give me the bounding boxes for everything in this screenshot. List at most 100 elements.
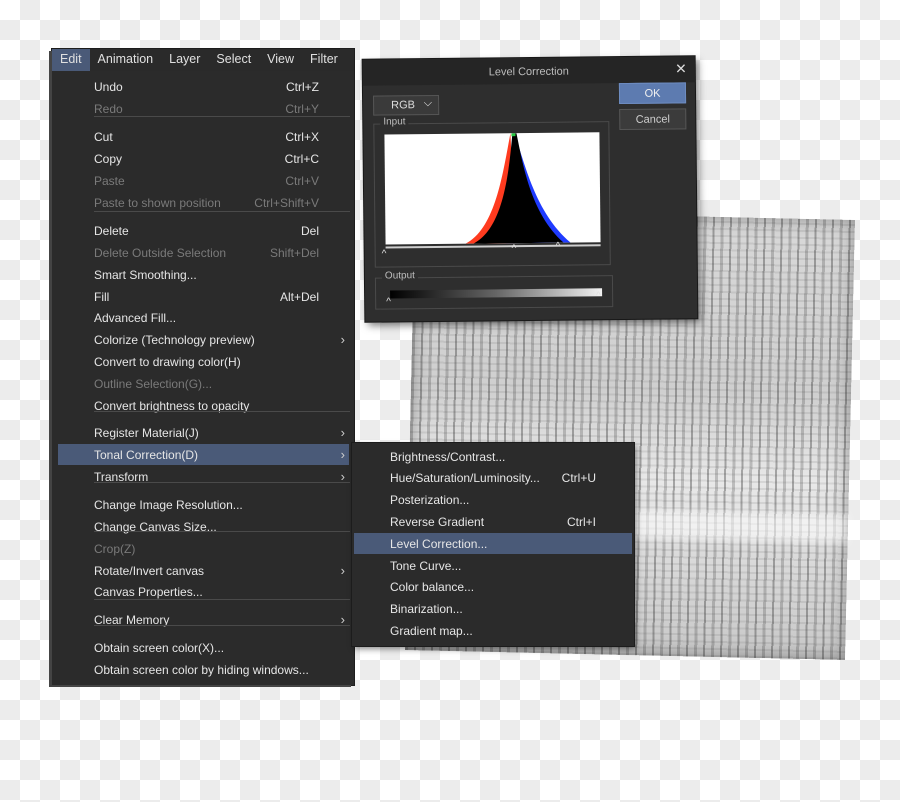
menu-item-smart-smoothing[interactable]: Smart Smoothing... bbox=[94, 264, 349, 285]
menu-item-cut[interactable]: Cut Ctrl+X bbox=[94, 126, 349, 147]
submenu-item-label: Binarization... bbox=[390, 602, 463, 617]
submenu-item-hue-saturation-luminosity[interactable]: Hue/Saturation/Luminosity... Ctrl+U bbox=[354, 468, 632, 489]
white-point-handle[interactable]: ^ bbox=[556, 241, 561, 252]
menu-item-label: Paste to shown position bbox=[94, 195, 221, 210]
shortcut-label: Del bbox=[300, 223, 319, 238]
level-correction-dialog: Level Correction ✕ RGB ⌵ OK Cancel Input… bbox=[362, 56, 698, 322]
chevron-down-icon: ⌵ bbox=[423, 97, 433, 110]
menu-item-convert-brightness-to-opacity[interactable]: Convert brightness to opacity bbox=[94, 395, 349, 416]
submenu-item-label: Tone Curve... bbox=[390, 558, 462, 573]
menu-item-change-canvas-size[interactable]: Change Canvas Size... bbox=[94, 516, 349, 537]
submenu-item-tone-curve[interactable]: Tone Curve... bbox=[354, 555, 632, 576]
menu-layer[interactable]: Layer bbox=[161, 49, 208, 71]
menu-item-convert-to-drawing-color-h[interactable]: Convert to drawing color(H) bbox=[94, 351, 349, 372]
menu-item-delete-outside-selection[interactable]: Delete Outside Selection Shift+Del bbox=[94, 242, 349, 263]
menu-separator bbox=[94, 482, 350, 483]
menu-item-tonal-correction-d[interactable]: Tonal Correction(D) › bbox=[58, 444, 349, 465]
submenu-item-posterization[interactable]: Posterization... bbox=[354, 490, 632, 511]
menu-select[interactable]: Select bbox=[208, 49, 259, 71]
menu-item-obtain-screen-color-x[interactable]: Obtain screen color(X)... bbox=[94, 637, 349, 658]
menu-item-obtain-screen-color-by-hiding-windows[interactable]: Obtain screen color by hiding windows... bbox=[94, 659, 349, 680]
menu-item-transform[interactable]: Transform › bbox=[94, 466, 349, 487]
input-group: Input ^ ^ ^ bbox=[373, 116, 611, 268]
chevron-right-icon: › bbox=[340, 447, 345, 462]
menu-item-fill[interactable]: Fill Alt+Del bbox=[94, 286, 349, 307]
shortcut-label: Ctrl+I bbox=[566, 514, 596, 529]
menu-item-label: Convert to drawing color(H) bbox=[94, 354, 241, 369]
input-label: Input bbox=[380, 116, 409, 128]
chevron-right-icon: › bbox=[340, 563, 345, 578]
ok-button[interactable]: OK bbox=[618, 82, 687, 105]
submenu-item-gradient-map[interactable]: Gradient map... bbox=[354, 620, 632, 641]
menu-separator bbox=[94, 599, 350, 600]
cancel-button[interactable]: Cancel bbox=[619, 108, 687, 131]
menu-item-label: Colorize (Technology preview) bbox=[94, 332, 255, 347]
menu-item-register-material-j[interactable]: Register Material(J) › bbox=[94, 422, 349, 443]
menu-edit[interactable]: Edit bbox=[52, 49, 90, 71]
menu-item-advanced-fill[interactable]: Advanced Fill... bbox=[94, 307, 349, 328]
black-point-handle[interactable]: ^ bbox=[382, 249, 387, 260]
menu-item-label: Paste bbox=[94, 173, 125, 188]
menu-separator bbox=[94, 531, 350, 532]
submenu-item-label: Level Correction... bbox=[390, 536, 488, 551]
menu-item-outline-selection-g[interactable]: Outline Selection(G)... bbox=[94, 373, 349, 394]
edit-menu-panel: Edit Animation Layer Select View Filter … bbox=[52, 49, 354, 685]
output-gradient[interactable] bbox=[390, 288, 603, 299]
shortcut-label: Ctrl+X bbox=[285, 129, 319, 144]
gamma-handle[interactable]: ^ bbox=[512, 243, 517, 254]
shortcut-label: Ctrl+Y bbox=[285, 101, 319, 116]
menu-item-copy[interactable]: Copy Ctrl+C bbox=[94, 148, 349, 169]
menu-item-label: Register Material(J) bbox=[94, 425, 199, 440]
menu-animation[interactable]: Animation bbox=[90, 49, 162, 71]
shortcut-label: Ctrl+Z bbox=[286, 79, 319, 94]
submenu-item-binarization[interactable]: Binarization... bbox=[354, 599, 632, 620]
submenu-item-brightness-contrast[interactable]: Brightness/Contrast... bbox=[354, 446, 632, 467]
menu-item-label: Crop(Z) bbox=[94, 541, 136, 556]
shortcut-label: Ctrl+U bbox=[561, 471, 596, 486]
shortcut-label: Alt+Del bbox=[279, 289, 319, 304]
menu-item-delete[interactable]: Delete Del bbox=[94, 220, 349, 241]
menu-item-colorize-technology-preview[interactable]: Colorize (Technology preview) › bbox=[94, 329, 349, 350]
channel-select[interactable]: RGB ⌵ bbox=[373, 94, 440, 116]
menu-item-label: Delete bbox=[94, 223, 129, 238]
menu-item-crop-z[interactable]: Crop(Z) bbox=[94, 538, 349, 559]
menu-item-label: Change Image Resolution... bbox=[94, 497, 243, 512]
submenu-item-color-balance[interactable]: Color balance... bbox=[354, 577, 632, 598]
menu-separator bbox=[94, 411, 350, 412]
menu-filter[interactable]: Filter bbox=[302, 49, 346, 71]
chevron-right-icon: › bbox=[340, 332, 345, 347]
menu-item-label: Rotate/Invert canvas bbox=[94, 563, 205, 578]
menu-separator bbox=[94, 116, 350, 117]
menu-item-label: Delete Outside Selection bbox=[94, 245, 227, 260]
menu-item-change-image-resolution[interactable]: Change Image Resolution... bbox=[94, 494, 349, 515]
menu-item-paste[interactable]: Paste Ctrl+V bbox=[94, 170, 349, 191]
menu-item-label: Smart Smoothing... bbox=[94, 267, 197, 282]
chevron-right-icon: › bbox=[340, 425, 345, 440]
output-white-handle[interactable]: ^ bbox=[596, 290, 601, 301]
menu-item-label: Fill bbox=[94, 289, 110, 304]
output-black-handle[interactable]: ^ bbox=[386, 296, 391, 307]
menu-item-label: Obtain screen color(X)... bbox=[94, 640, 225, 655]
submenu-item-label: Hue/Saturation/Luminosity... bbox=[390, 471, 540, 486]
submenu-item-label: Reverse Gradient bbox=[390, 514, 485, 529]
menu-item-undo[interactable]: Undo Ctrl+Z bbox=[94, 76, 349, 97]
submenu-item-label: Gradient map... bbox=[390, 623, 473, 638]
submenu-item-reverse-gradient[interactable]: Reverse Gradient Ctrl+I bbox=[354, 511, 632, 532]
close-icon[interactable]: ✕ bbox=[675, 60, 687, 77]
output-group: Output ^ ^ bbox=[374, 270, 614, 310]
submenu-item-label: Posterization... bbox=[390, 493, 470, 508]
output-label: Output bbox=[381, 270, 418, 282]
input-slider-track[interactable] bbox=[385, 244, 601, 249]
menu-separator bbox=[94, 211, 350, 212]
submenu-item-level-correction[interactable]: Level Correction... bbox=[354, 533, 632, 555]
menu-bar: Edit Animation Layer Select View Filter bbox=[52, 49, 354, 71]
menu-separator bbox=[94, 625, 350, 626]
menu-item-rotate-invert-canvas[interactable]: Rotate/Invert canvas › bbox=[94, 560, 349, 581]
histogram bbox=[384, 132, 601, 245]
menu-item-label: Tonal Correction(D) bbox=[94, 447, 199, 462]
menu-view[interactable]: View bbox=[259, 49, 302, 71]
menu-item-label: Undo bbox=[94, 79, 123, 94]
menu-item-clear-memory[interactable]: Clear Memory › bbox=[94, 609, 349, 630]
submenu-item-label: Brightness/Contrast... bbox=[390, 449, 506, 464]
menu-item-paste-to-shown-position[interactable]: Paste to shown position Ctrl+Shift+V bbox=[94, 192, 349, 213]
